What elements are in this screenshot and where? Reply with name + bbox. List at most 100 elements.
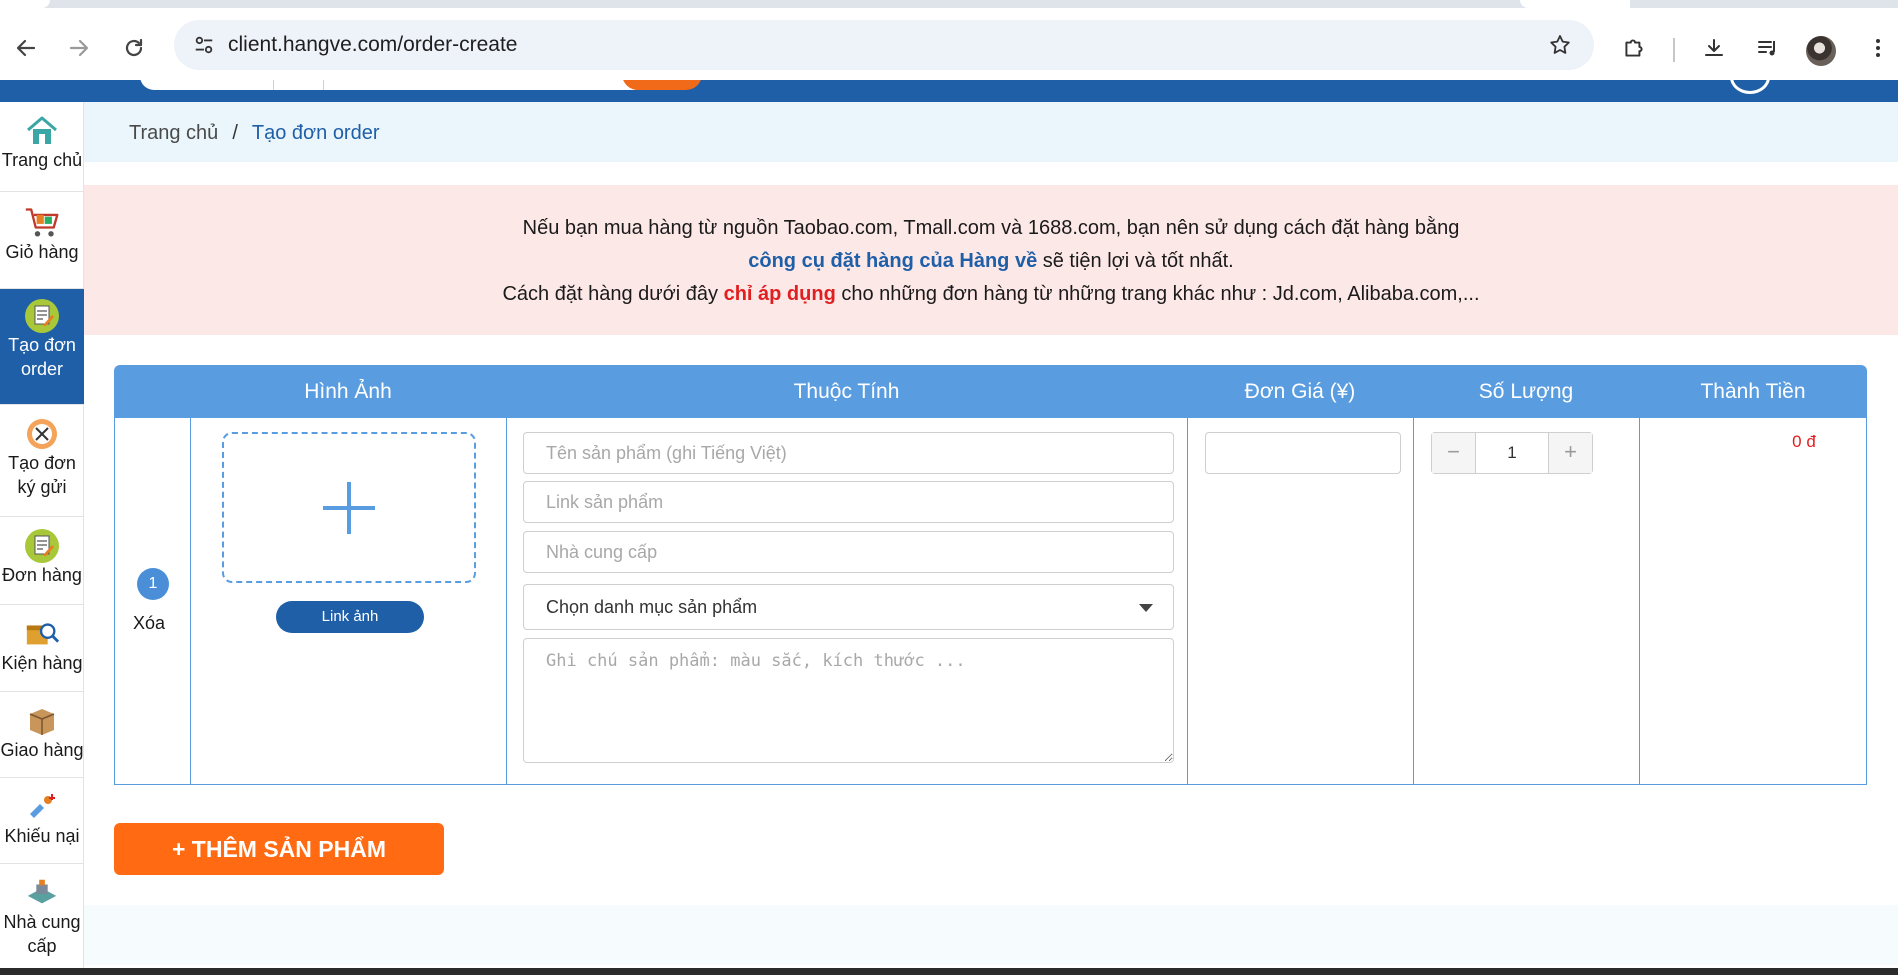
sidebar-item-label: Tạo đơn order (8, 335, 76, 379)
notice-text: sẽ tiện lợi và tốt nhất. (1037, 250, 1234, 272)
browser-menu-button[interactable] (1858, 28, 1898, 68)
sidebar-item-create-order[interactable]: Tạo đơn order (0, 289, 84, 405)
breadcrumb-bar: Trang chủ / Tạo đơn order (84, 102, 1898, 162)
browser-tab-strip (0, 0, 1898, 8)
delete-row-button[interactable]: Xóa (133, 613, 165, 634)
reload-icon (125, 38, 143, 57)
breadcrumb-home-link[interactable]: Trang chủ (129, 122, 218, 145)
supplier-icon (24, 876, 60, 910)
sidebar-item-delivery[interactable]: Giao hàng (0, 692, 84, 778)
browser-toolbar: client.hangve.com/order-create (0, 8, 1898, 80)
column-header-quantity: Số Lượng (1478, 380, 1574, 403)
increment-button[interactable]: + (1548, 433, 1592, 473)
user-account-icon[interactable] (1730, 80, 1770, 94)
back-button[interactable] (6, 28, 46, 68)
row-total-amount: 0 đ (1792, 432, 1816, 451)
category-select-value: Chọn danh mục sản phẩm (546, 597, 758, 617)
column-divider (1187, 418, 1188, 784)
site-search-button[interactable] (622, 80, 702, 90)
breadcrumb-separator: / (232, 122, 238, 144)
decrement-button[interactable]: − (1432, 433, 1476, 473)
sidebar: Trang chủ Giỏ hàng Tạo đơn order Tạo đơn… (0, 102, 84, 975)
browser-tab[interactable] (1520, 0, 1630, 8)
notice-text: cho những đơn hàng từ những trang khác n… (835, 283, 1480, 305)
star-icon (1550, 35, 1570, 54)
column-divider (190, 418, 191, 784)
sidebar-item-complaints[interactable]: Khiếu nại (0, 778, 84, 864)
sidebar-item-suppliers[interactable]: Nhà cung cấp (0, 864, 84, 975)
sidebar-item-label: Nhà cung cấp (3, 912, 81, 956)
image-upload-box[interactable] (222, 432, 476, 583)
sidebar-item-label: Trang chủ (1, 150, 83, 170)
plus-icon (323, 481, 375, 534)
product-note-textarea[interactable] (523, 638, 1174, 763)
orders-icon (24, 529, 60, 563)
notice-highlight: chỉ áp dụng (723, 283, 836, 305)
media-control-button[interactable] (1748, 28, 1788, 68)
sidebar-item-orders[interactable]: Đơn hàng (0, 517, 84, 605)
product-link-input[interactable] (523, 481, 1174, 523)
address-bar[interactable]: client.hangve.com/order-create (174, 20, 1594, 70)
search-divider (323, 80, 324, 90)
page: client.hangve.com/order-create Trang chủ… (0, 0, 1898, 975)
table-row: 1 Xóa Link ảnh Chọn danh mục sản phẩm − … (114, 418, 1867, 785)
downloads-button[interactable] (1694, 28, 1734, 68)
search-divider (273, 80, 274, 90)
extensions-button[interactable] (1614, 28, 1654, 68)
site-info-button[interactable] (184, 25, 224, 65)
sidebar-item-label: Khiếu nại (4, 826, 80, 846)
table-header: Hình Ảnh Thuộc Tính Đơn Giá (¥) Số Lượng… (114, 365, 1867, 418)
chevron-down-icon (1139, 604, 1153, 612)
site-search-box[interactable] (140, 80, 660, 90)
delivery-box-icon (24, 704, 60, 738)
notice-line-2: công cụ đặt hàng của Hàng về sẽ tiện lợi… (84, 245, 1898, 278)
sidebar-item-home[interactable]: Trang chủ (0, 102, 84, 192)
download-icon (1705, 39, 1723, 56)
consignment-icon (24, 417, 60, 451)
notice-banner: Nếu bạn mua hàng từ nguồn Taobao.com, Tm… (84, 185, 1898, 335)
add-product-button[interactable]: + THÊM SẢN PHẨM (114, 823, 444, 875)
sidebar-item-consignment[interactable]: Tạo đơn ký gửi (0, 405, 84, 517)
quantity-value[interactable]: 1 (1476, 433, 1548, 473)
package-search-icon (24, 617, 60, 651)
column-divider (1413, 418, 1414, 784)
column-divider (1639, 418, 1640, 784)
order-tool-link[interactable]: công cụ đặt hàng của Hàng về (748, 250, 1037, 272)
unit-price-input[interactable] (1205, 432, 1401, 474)
site-settings-icon (195, 36, 213, 54)
sidebar-item-label: Tạo đơn ký gửi (8, 453, 76, 497)
category-select[interactable]: Chọn danh mục sản phẩm (523, 584, 1174, 630)
home-icon (24, 114, 60, 148)
sidebar-item-label: Giao hàng (0, 740, 84, 760)
url-text: client.hangve.com/order-create (228, 33, 518, 56)
content-footer-strip (84, 905, 1898, 965)
complaint-icon (24, 790, 60, 824)
back-arrow-icon (16, 39, 36, 57)
supplier-input[interactable] (523, 531, 1174, 573)
reload-button[interactable] (114, 28, 154, 68)
order-table: Hình Ảnh Thuộc Tính Đơn Giá (¥) Số Lượng… (114, 365, 1867, 785)
column-header-image: Hình Ảnh (304, 380, 392, 403)
cart-icon (24, 206, 60, 240)
toolbar-divider (1673, 38, 1675, 62)
notice-text: Cách đặt hàng dưới đây (502, 283, 724, 305)
forward-arrow-icon (69, 39, 89, 57)
sidebar-item-label: Kiện hàng (1, 653, 83, 673)
row-index-badge: 1 (137, 568, 169, 600)
sidebar-item-cart[interactable]: Giỏ hàng (0, 192, 84, 289)
sidebar-item-label: Giỏ hàng (5, 242, 79, 262)
browser-tab[interactable] (0, 0, 50, 8)
product-name-input[interactable] (523, 432, 1174, 474)
image-link-button[interactable]: Link ảnh (276, 601, 424, 633)
quantity-stepper: − 1 + (1431, 432, 1593, 474)
sidebar-item-label: Đơn hàng (2, 565, 82, 585)
breadcrumb: Trang chủ / Tạo đơn order (129, 122, 380, 145)
bookmark-button[interactable] (1540, 25, 1580, 65)
profile-avatar[interactable] (1806, 36, 1836, 66)
column-header-total: Thành Tiền (1700, 380, 1806, 403)
column-divider (506, 418, 507, 784)
sidebar-item-packages[interactable]: Kiện hàng (0, 605, 84, 692)
puzzle-icon (1625, 39, 1643, 57)
more-vertical-icon (1876, 39, 1880, 57)
forward-button[interactable] (59, 28, 99, 68)
